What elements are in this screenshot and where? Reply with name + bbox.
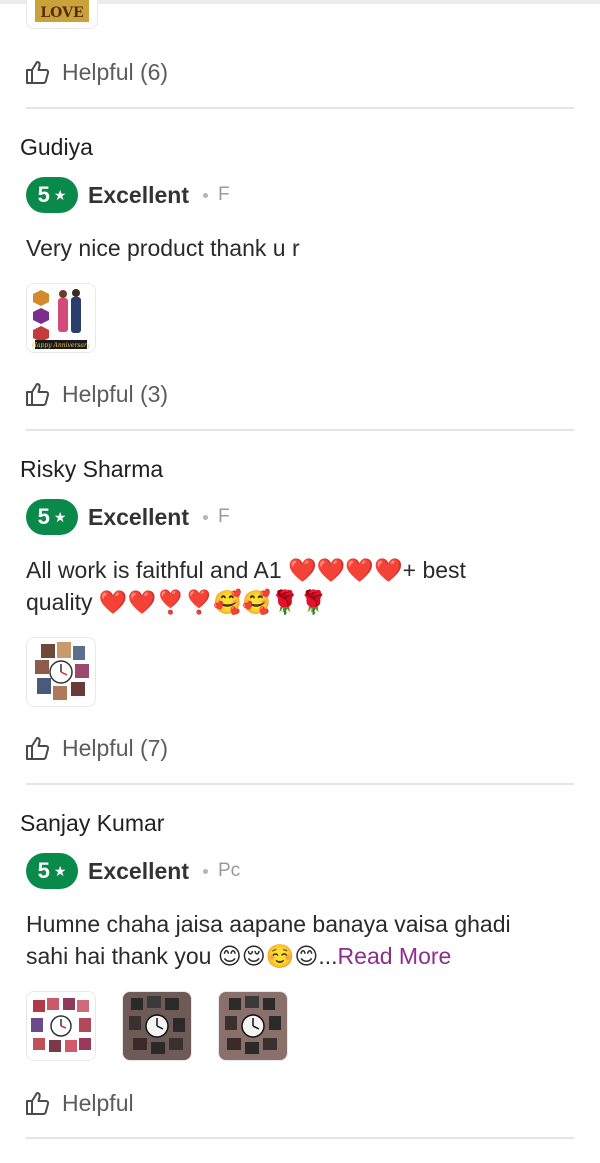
thumbs-up-icon: [26, 1092, 50, 1115]
helpful-button[interactable]: Helpful (6): [24, 56, 168, 88]
review-text-line: All work is faithful and A1 ❤️❤️❤️❤️+ be…: [26, 557, 466, 583]
rating-badge: 5 ★: [26, 853, 78, 889]
rating-badge: 5 ★: [26, 177, 78, 213]
review-text-line: sahi hai thank you 😊😌☺️😊...: [26, 943, 338, 969]
reviewer-name: Sanjay Kumar: [20, 810, 165, 836]
helpful-label: Helpful (3): [62, 380, 169, 407]
review-image-thumbnail[interactable]: [122, 991, 192, 1061]
rating-label: Excellent: [88, 181, 189, 208]
thumbs-up-icon: [26, 737, 50, 760]
review-text: Humne chaha jaisa aapane banaya vaisa gh…: [26, 908, 566, 972]
rating-badge: 5 ★: [26, 499, 78, 535]
review-image-thumbnail[interactable]: LOVE: [26, 0, 98, 29]
review-text: Very nice product thank u r: [26, 235, 300, 261]
helpful-label: Helpful: [62, 1089, 134, 1116]
thumbs-up-icon: [26, 383, 50, 406]
separator-dot: [203, 514, 208, 520]
rating-row: 5 ★ Excellent Pc: [26, 853, 240, 889]
helpful-button[interactable]: Helpful (7): [24, 732, 168, 764]
review-divider: [26, 783, 574, 785]
review-image-thumbnail[interactable]: [26, 637, 96, 707]
rating-row: 5 ★ Excellent F: [26, 499, 230, 535]
rating-value: 5: [37, 182, 50, 207]
helpful-label: Helpful (6): [62, 58, 169, 85]
review-image-thumbnail[interactable]: [26, 991, 96, 1061]
posted-info: F: [218, 506, 230, 527]
helpful-label: Helpful (7): [62, 734, 169, 761]
separator-dot: [203, 868, 208, 874]
separator-dot: [203, 192, 208, 198]
rating-row: 5 ★ Excellent F: [26, 177, 230, 213]
reviewer-name: Risky Sharma: [20, 456, 164, 482]
review-divider: [26, 1137, 574, 1139]
helpful-button[interactable]: Helpful (3): [24, 378, 168, 410]
review-image-thumbnail[interactable]: Happy Anniversary: [26, 283, 96, 353]
review-text-line: quality ❤️❤️❣️❣️🥰🥰🌹🌹: [26, 589, 328, 615]
rating-label: Excellent: [88, 503, 189, 530]
reviewer-name: Gudiya: [20, 134, 93, 160]
thumbs-up-icon: [26, 61, 50, 84]
star-icon: ★: [53, 186, 67, 203]
review-divider: [26, 107, 574, 109]
rating-label: Excellent: [88, 857, 189, 884]
rating-value: 5: [37, 504, 50, 529]
star-icon: ★: [53, 862, 67, 879]
rating-value: 5: [37, 858, 50, 883]
read-more-link[interactable]: Read More: [338, 943, 452, 969]
posted-info: F: [218, 184, 230, 205]
image-caption: Happy Anniversary: [31, 342, 91, 349]
review-text-line: Humne chaha jaisa aapane banaya vaisa gh…: [26, 911, 511, 937]
love-image-text: LOVE: [40, 5, 83, 21]
review-text-line-2: sahi hai thank you 😊😌☺️😊...Read More: [26, 940, 566, 972]
helpful-button[interactable]: Helpful: [24, 1087, 134, 1119]
review-image-thumbnail[interactable]: [218, 991, 288, 1061]
review-divider: [26, 429, 574, 431]
posted-info: Pc: [218, 860, 241, 881]
star-icon: ★: [53, 508, 67, 525]
review-text: All work is faithful and A1 ❤️❤️❤️❤️+ be…: [26, 554, 566, 618]
